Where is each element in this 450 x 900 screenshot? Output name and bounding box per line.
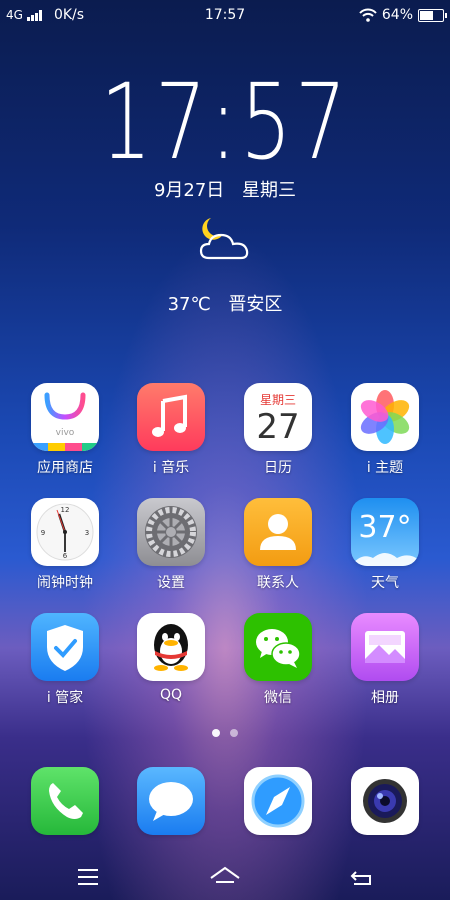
app-label: QQ xyxy=(159,687,183,703)
contacts-app[interactable]: 联系人 xyxy=(233,498,323,592)
app-label: 相册 xyxy=(371,690,399,706)
moon-cloud-icon[interactable] xyxy=(195,214,257,266)
app-label: 闹钟时钟 xyxy=(37,575,93,591)
wechat-icon xyxy=(244,613,312,681)
svg-text:6: 6 xyxy=(63,552,68,560)
gallery-app[interactable]: 相册 xyxy=(340,613,430,707)
dock-phone-app[interactable] xyxy=(20,767,110,835)
manager-app[interactable]: i 管家 xyxy=(20,613,110,707)
weather-app-temp: 37° xyxy=(358,510,412,545)
dock-messages-app[interactable] xyxy=(126,767,216,835)
battery-percent: 64% xyxy=(381,7,413,23)
svg-text:12: 12 xyxy=(61,506,70,514)
svg-text:9: 9 xyxy=(41,529,45,537)
back-icon[interactable] xyxy=(342,862,382,892)
app-label: 应用商店 xyxy=(37,460,93,476)
app-label: 微信 xyxy=(264,690,292,706)
clock-widget-date[interactable]: 9月27日 星期三 xyxy=(0,176,450,202)
app-label: 设置 xyxy=(157,575,185,591)
settings-app[interactable]: 设置 xyxy=(126,498,216,592)
phone-icon xyxy=(31,767,99,835)
menu-icon[interactable] xyxy=(68,862,108,892)
app-label: 天气 xyxy=(371,575,399,591)
calendar-weekday: 星期三 xyxy=(259,393,296,407)
dock-camera-app[interactable] xyxy=(340,767,430,835)
messages-icon xyxy=(137,767,205,835)
page-dot-active[interactable] xyxy=(212,729,220,737)
clock-app[interactable]: 12 3 6 9 闹钟时钟 xyxy=(20,498,110,592)
weather-app[interactable]: 37° 天气 xyxy=(340,498,430,592)
app-store-icon: vivo xyxy=(31,383,99,451)
temperature-label: 37℃ xyxy=(167,294,211,315)
camera-icon xyxy=(351,767,419,835)
music-icon xyxy=(137,383,205,451)
contacts-icon xyxy=(244,498,312,566)
weekday-label: 星期三 xyxy=(242,180,297,201)
qq-icon xyxy=(137,613,205,681)
clock-icon: 12 3 6 9 xyxy=(31,498,99,566)
manager-icon xyxy=(31,613,99,681)
page-indicator[interactable] xyxy=(0,729,450,737)
app-label: i 主题 xyxy=(366,460,404,476)
wechat-app[interactable]: 微信 xyxy=(233,613,323,707)
theme-icon xyxy=(351,383,419,451)
clock-widget-time[interactable]: 17:57 xyxy=(50,70,401,174)
gallery-icon xyxy=(351,613,419,681)
location-label: 晋安区 xyxy=(228,294,283,315)
weather-summary[interactable]: 37℃ 晋安区 xyxy=(0,290,450,316)
weather-icon: 37° xyxy=(351,498,419,566)
calendar-app[interactable]: 星期三 27 日历 xyxy=(233,383,323,477)
app-label: i 音乐 xyxy=(152,460,190,476)
svg-text:vivo: vivo xyxy=(56,428,75,438)
battery-icon xyxy=(418,8,447,22)
app-store-app[interactable]: vivo 应用商店 xyxy=(20,383,110,477)
browser-icon xyxy=(244,767,312,835)
dock-browser-app[interactable] xyxy=(233,767,323,835)
calendar-icon: 星期三 27 xyxy=(244,383,312,451)
music-app[interactable]: i 音乐 xyxy=(126,383,216,477)
app-label: 联系人 xyxy=(257,575,299,591)
app-label: 日历 xyxy=(264,460,292,476)
settings-icon xyxy=(137,498,205,566)
date-label: 9月27日 xyxy=(153,180,225,201)
navigation-bar xyxy=(0,852,450,900)
qq-app[interactable]: QQ xyxy=(126,613,216,703)
app-label: i 管家 xyxy=(46,690,84,706)
wifi-icon xyxy=(359,8,377,22)
theme-app[interactable]: i 主题 xyxy=(340,383,430,477)
status-bar: 4G 0K/s 17:57 64% xyxy=(0,0,450,32)
page-dot[interactable] xyxy=(230,729,238,737)
home-icon[interactable] xyxy=(205,862,245,892)
svg-text:3: 3 xyxy=(85,529,89,537)
calendar-day: 27 xyxy=(256,407,300,447)
